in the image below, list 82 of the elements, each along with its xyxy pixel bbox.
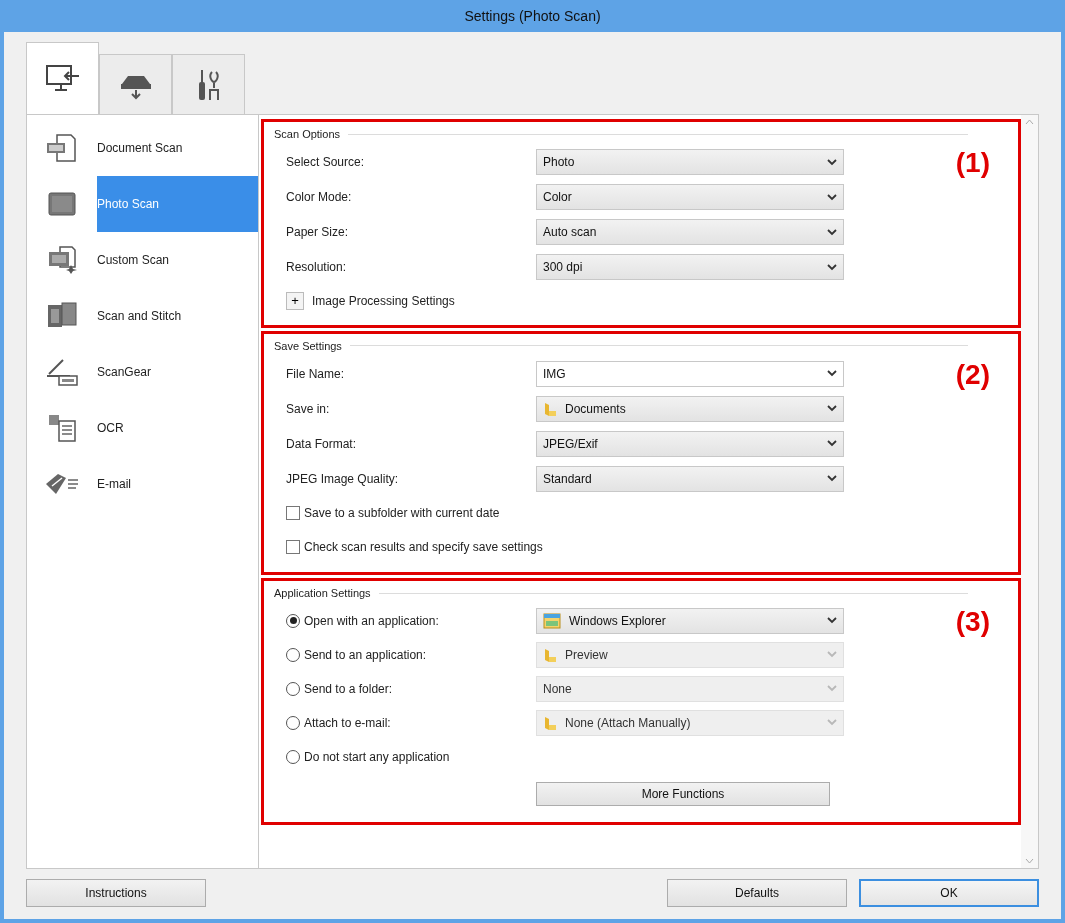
folder-icon (543, 714, 557, 731)
folder-icon (543, 400, 557, 417)
sidebar-item[interactable]: Scan and Stitch (97, 288, 258, 344)
dialog-button[interactable]: OK (859, 879, 1039, 907)
checkbox-label[interactable]: Check scan results and specify save settings (304, 538, 543, 556)
pdf-document-icon (45, 133, 79, 163)
chevron-down-icon (827, 405, 837, 412)
section-marker: (3) (955, 605, 990, 639)
radio-label[interactable]: Open with an application: (304, 611, 439, 630)
dropdown[interactable]: Windows Explorer (536, 607, 844, 634)
checkbox-label[interactable]: Save to a subfolder with current date (304, 504, 500, 522)
field-label: Color Mode: (286, 189, 353, 206)
dropdown-value: Color (543, 189, 573, 206)
computer-icon (44, 63, 81, 94)
more-functions-button[interactable]: More Functions (536, 781, 830, 806)
photo-icon (47, 191, 77, 217)
dropdown-value: 300 dpi (543, 259, 584, 276)
expand-toggle[interactable]: + (286, 291, 304, 310)
sidebar-item[interactable]: OCR (97, 400, 258, 456)
dropdown[interactable]: Standard (536, 465, 844, 492)
dropdown[interactable]: Color (536, 184, 844, 210)
chevron-down-icon (827, 617, 837, 624)
chevron-down-icon (827, 228, 837, 236)
sidebar-item[interactable]: ScanGear (97, 344, 258, 400)
field-label: File Name: (286, 365, 345, 383)
folder-icon (543, 646, 557, 663)
tab[interactable] (26, 42, 99, 114)
dropdown[interactable]: Photo (536, 149, 844, 175)
chevron-down-icon (827, 685, 837, 692)
dialog-button[interactable]: Instructions (26, 879, 206, 907)
field-label: Save in: (286, 400, 331, 418)
dropdown[interactable]: Documents (536, 395, 844, 422)
section-marker: (1) (955, 146, 990, 180)
dropdown[interactable]: 300 dpi (536, 254, 844, 280)
custom-scan-icon (46, 245, 78, 275)
chevron-down-icon (827, 440, 837, 447)
group-title: Scan Options (274, 127, 341, 142)
chevron-down-icon (827, 475, 837, 482)
chevron-down-icon (827, 193, 837, 201)
chevron-down-icon (827, 719, 837, 726)
checkbox[interactable] (286, 506, 300, 520)
dropdown-value: IMG (543, 365, 567, 383)
field-label: Select Source: (286, 154, 366, 171)
sidebar-item[interactable]: Custom Scan (97, 232, 258, 288)
dropdown-value: Windows Explorer (569, 612, 667, 630)
radio-label[interactable]: Do not start any application (304, 747, 450, 766)
tab[interactable] (99, 54, 172, 114)
chevron-down-icon (827, 651, 837, 658)
window-icon (543, 612, 561, 629)
chevron-down-icon (827, 370, 837, 377)
dropdown-value: JPEG/Exif (543, 435, 599, 453)
dropdown-value: None (543, 680, 573, 698)
dropdown-value: None (Attach Manually) (565, 714, 692, 732)
field-label: Data Format: (286, 435, 358, 453)
scanner-icon (45, 358, 79, 386)
text-document-icon (47, 413, 77, 443)
group-title: Save Settings (274, 338, 342, 354)
dropdown[interactable]: IMG (536, 360, 844, 387)
window-title: Settings (Photo Scan) (464, 6, 601, 26)
section-toggle-label[interactable]: Image Processing Settings (312, 291, 455, 310)
dropdown-value: Preview (565, 646, 609, 664)
field-label: Resolution: (286, 259, 348, 276)
radio-button[interactable] (286, 749, 300, 764)
dropdown-value: Documents (565, 400, 627, 418)
chevron-down-icon (827, 263, 837, 271)
dropdown[interactable]: JPEG/Exif (536, 430, 844, 457)
envelope-icon (44, 472, 80, 496)
radio-button[interactable] (286, 613, 300, 628)
sidebar-item[interactable]: Document Scan (97, 120, 258, 176)
field-label: JPEG Image Quality: (286, 470, 400, 488)
sidebar-item[interactable]: E-mail (97, 456, 258, 512)
group-title: Application Settings (274, 586, 371, 601)
tab[interactable] (172, 54, 245, 114)
chevron-down-icon (827, 158, 837, 166)
field-label: Paper Size: (286, 224, 350, 241)
checkbox[interactable] (286, 540, 300, 554)
dropdown-value: Auto scan (543, 224, 598, 241)
dialog-button[interactable]: Defaults (667, 879, 847, 907)
dropdown-value: Photo (543, 154, 576, 171)
section-marker: (2) (955, 357, 990, 392)
dropdown[interactable]: Auto scan (536, 219, 844, 245)
dropdown-value: Standard (543, 470, 593, 488)
